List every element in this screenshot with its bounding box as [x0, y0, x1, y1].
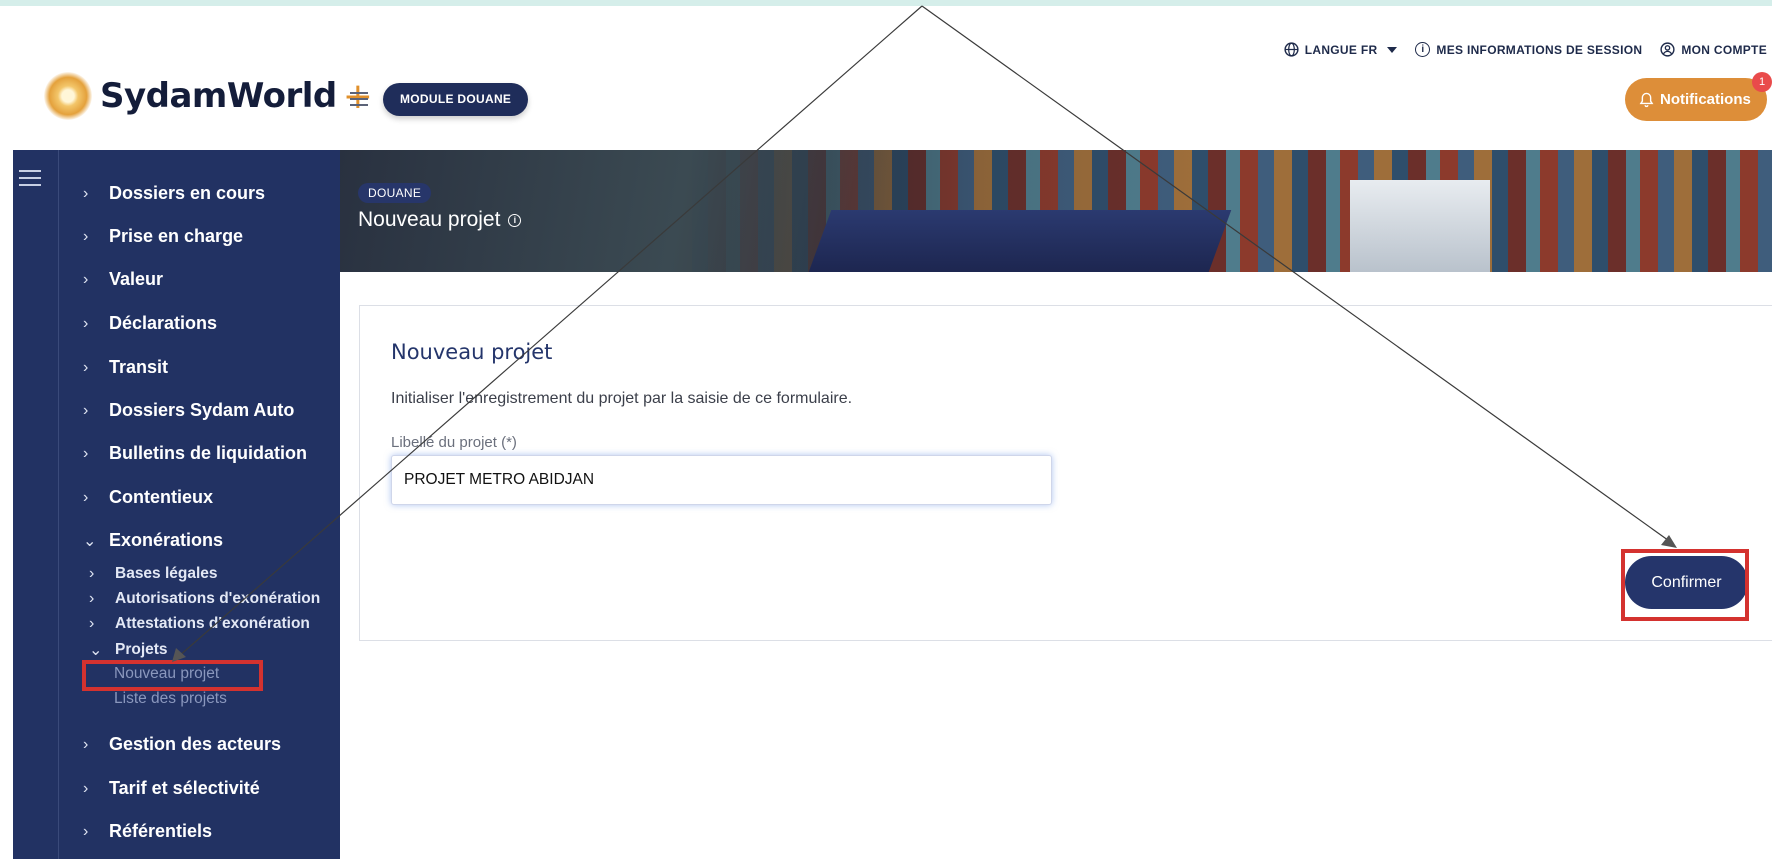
- sidebar-subitem-label: Autorisations d'exonération: [115, 590, 321, 607]
- sidebar-subitem-attestations[interactable]: › Attestations d'exonération: [89, 615, 310, 633]
- sidebar-item-bulletins-de-liquidation[interactable]: › Bulletins de liquidation: [83, 443, 307, 464]
- sidebar-item-label: Prise en charge: [109, 226, 244, 246]
- session-info-label: MES INFORMATIONS DE SESSION: [1436, 42, 1643, 57]
- account-link[interactable]: MON COMPTE: [1660, 42, 1767, 57]
- sidebar-subitem-label: Attestations d'exonération: [115, 615, 310, 632]
- sidebar-rail: [13, 150, 59, 859]
- sidebar-subitem-projets[interactable]: ⌄ Projets: [89, 640, 168, 660]
- notifications-button[interactable]: Notifications: [1625, 78, 1767, 121]
- sidebar-item-label: Dossiers Sydam Auto: [109, 400, 295, 420]
- sidebar-item-label: Bulletins de liquidation: [109, 443, 307, 463]
- sidebar-link-liste-des-projets[interactable]: Liste des projets: [114, 690, 227, 708]
- sidebar-item-dossiers-en-cours[interactable]: › Dossiers en cours: [83, 183, 265, 204]
- sidebar-item-label: Exonérations: [109, 530, 224, 550]
- sidebar-item-label: Tarif et sélectivité: [109, 778, 260, 798]
- account-label: MON COMPTE: [1681, 42, 1767, 57]
- sidebar-item-label: Déclarations: [109, 313, 218, 333]
- sidebar-subitem-label: Projets: [115, 641, 168, 658]
- sidebar-subitem-autorisations[interactable]: › Autorisations d'exonération: [89, 590, 320, 608]
- banner-ship-hull: [808, 210, 1232, 272]
- sidebar-item-referentiels[interactable]: › Référentiels: [83, 821, 212, 842]
- sidebar-item-label: Valeur: [109, 269, 164, 289]
- page-title-text: Nouveau projet: [358, 208, 501, 231]
- sidebar-toggle-icon[interactable]: [19, 170, 41, 191]
- sidebar: › Dossiers en cours › Prise en charge › Val…: [59, 150, 340, 859]
- language-label: LANGUE FR: [1304, 42, 1378, 57]
- language-selector[interactable]: LANGUE FR: [1284, 42, 1398, 57]
- form-card: Nouveau projet Initialiser l'enregistrem…: [359, 305, 1772, 641]
- info-icon: i: [1415, 42, 1431, 57]
- page-title: Nouveau projet i: [358, 208, 522, 232]
- sidebar-item-label: Contentieux: [109, 487, 214, 507]
- sidebar-item-exonerations[interactable]: ⌄ Exonérations: [83, 530, 223, 551]
- module-douane-button[interactable]: MODULE DOUANE: [383, 83, 529, 116]
- sidebar-item-label: Dossiers en cours: [109, 183, 266, 203]
- notifications-label: Notifications: [1660, 91, 1751, 108]
- chevron-right-icon: ›: [89, 590, 95, 607]
- chevron-right-icon: ›: [83, 401, 89, 419]
- sun-logo-icon: [44, 72, 92, 120]
- module-tag: DOUANE: [358, 183, 432, 203]
- project-label-caption: Libellé du projet (*): [391, 434, 517, 451]
- sidebar-item-tarif-et-selectivite[interactable]: › Tarif et sélectivité: [83, 778, 260, 799]
- sidebar-subitem-label: Bases légales: [115, 565, 218, 582]
- top-navigation: LANGUE FR i MES INFORMATIONS DE SESSION …: [1284, 42, 1767, 57]
- sidebar-item-contentieux[interactable]: › Contentieux: [83, 487, 213, 508]
- chevron-right-icon: ›: [89, 615, 95, 632]
- hamburger-menu-icon[interactable]: [350, 92, 368, 106]
- chevron-right-icon: ›: [83, 227, 89, 245]
- caret-down-icon: [1387, 46, 1398, 53]
- highlight-box-nouveau-projet: [82, 660, 263, 691]
- sidebar-item-valeur[interactable]: › Valeur: [83, 269, 163, 290]
- sidebar-item-label: Transit: [109, 357, 169, 377]
- chevron-right-icon: ›: [83, 822, 89, 840]
- chevron-right-icon: ›: [83, 735, 89, 753]
- sidebar-item-declarations[interactable]: › Déclarations: [83, 313, 217, 334]
- info-icon[interactable]: i: [508, 213, 522, 227]
- page-banner: DOUANE Nouveau projet i: [340, 150, 1772, 272]
- chevron-right-icon: ›: [83, 314, 89, 332]
- notifications-count-badge: 1: [1752, 72, 1772, 92]
- bell-icon: [1639, 92, 1654, 107]
- chevron-right-icon: ›: [83, 444, 89, 462]
- brand-name: SydamWorld: [100, 76, 337, 116]
- top-strip: [0, 0, 1772, 6]
- highlight-box-confirm: [1621, 549, 1749, 621]
- chevron-right-icon: ›: [83, 270, 89, 288]
- user-circle-icon: [1660, 42, 1675, 57]
- chevron-down-icon: ⌄: [83, 532, 97, 550]
- chevron-right-icon: ›: [83, 488, 89, 506]
- globe-icon: [1284, 42, 1299, 57]
- project-name-input[interactable]: [391, 455, 1052, 505]
- form-description: Initialiser l'enregistrement du projet p…: [391, 390, 853, 407]
- form-title: Nouveau projet: [391, 340, 553, 364]
- sidebar-item-gestion-des-acteurs[interactable]: › Gestion des acteurs: [83, 734, 281, 755]
- sidebar-item-label: Gestion des acteurs: [109, 734, 282, 754]
- session-info-link[interactable]: i MES INFORMATIONS DE SESSION: [1415, 42, 1642, 57]
- sydamworld-logo[interactable]: SydamWorld +: [44, 72, 373, 120]
- chevron-right-icon: ›: [89, 565, 95, 582]
- sidebar-subitem-bases-legales[interactable]: › Bases légales: [89, 565, 218, 583]
- chevron-right-icon: ›: [83, 358, 89, 376]
- chevron-right-icon: ›: [83, 779, 89, 797]
- sidebar-item-transit[interactable]: › Transit: [83, 357, 168, 378]
- sidebar-item-prise-en-charge[interactable]: › Prise en charge: [83, 226, 243, 247]
- sidebar-item-label: Référentiels: [109, 821, 213, 841]
- sidebar-item-dossiers-sydam-auto[interactable]: › Dossiers Sydam Auto: [83, 400, 294, 421]
- chevron-down-icon: ⌄: [89, 642, 103, 659]
- chevron-right-icon: ›: [83, 184, 89, 202]
- banner-ship-superstructure: [1350, 180, 1490, 272]
